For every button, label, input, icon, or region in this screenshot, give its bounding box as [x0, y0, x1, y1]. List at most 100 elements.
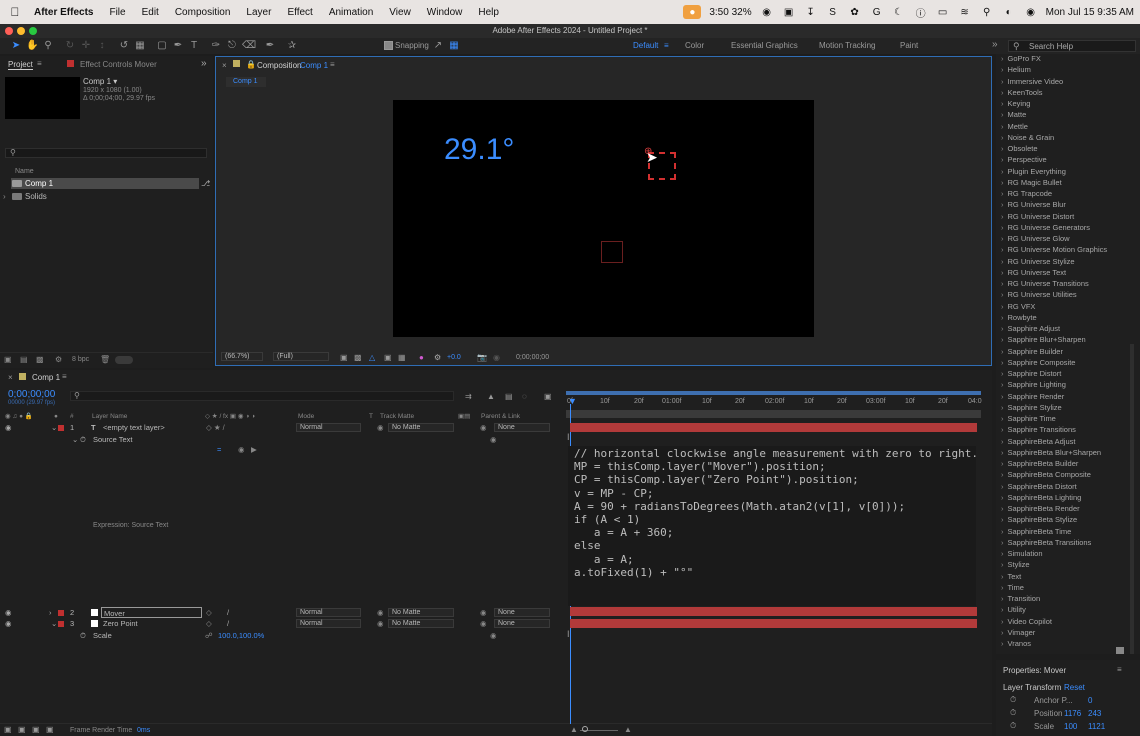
effect-category[interactable]: Sapphire Transitions [1001, 425, 1076, 434]
effect-category[interactable]: Sapphire Adjust [1001, 324, 1061, 333]
parent-pickwhip-icon[interactable]: ◉ [480, 607, 487, 618]
search-help-field[interactable]: ⚲ Search Help [1008, 40, 1136, 52]
moon-icon[interactable]: ☾ [892, 6, 906, 18]
new-folder-icon[interactable]: ▤ [20, 355, 28, 364]
effect-category[interactable]: Vranos [1001, 639, 1032, 648]
effect-category[interactable]: Transition [1001, 594, 1041, 603]
region-of-interest-icon[interactable]: ▣ [384, 353, 392, 362]
effect-category[interactable]: Sapphire Render [1001, 392, 1065, 401]
shy-layers-icon[interactable]: ▲ [487, 392, 495, 401]
effect-category[interactable]: SapphireBeta Time [1001, 527, 1072, 536]
toggle-render-time-icon[interactable]: ▣ [46, 725, 54, 734]
menu-file[interactable]: File [101, 7, 133, 18]
effect-category[interactable]: Immersive Video [1001, 77, 1064, 86]
breadcrumb[interactable]: Comp 1 [226, 77, 266, 87]
script-icon[interactable]: S [826, 6, 840, 18]
effect-category[interactable]: RG Universe Stylize [1001, 257, 1075, 266]
new-bin-icon[interactable] [1116, 647, 1124, 654]
workspace-essential-graphics[interactable]: Essential Graphics [731, 41, 798, 50]
menu-window[interactable]: Window [419, 7, 471, 18]
timeline-tab-menu-icon[interactable]: ≡ [62, 372, 67, 381]
effect-category[interactable]: Mettle [1001, 122, 1028, 131]
scale-stopwatch-icon[interactable]: ⏱ [1010, 721, 1016, 731]
resolution-dropdown[interactable]: (Full) [273, 352, 329, 361]
effect-category[interactable]: Obsolete [1001, 144, 1038, 153]
blend-mode-dropdown[interactable]: Normal [296, 423, 361, 432]
lock-icon[interactable]: 🔒 [246, 60, 256, 69]
puppet-pin-tool-icon[interactable]: ✰ [286, 40, 298, 52]
anchor-value[interactable]: 0 [1088, 696, 1092, 705]
effect-category[interactable]: Sapphire Composite [1001, 358, 1076, 367]
camera-icon[interactable]: ▣ [782, 6, 796, 18]
effect-category[interactable]: Noise & Grain [1001, 133, 1055, 142]
show-snapshot-icon[interactable]: ◉ [493, 353, 500, 362]
app-menu[interactable]: After Effects [30, 7, 101, 18]
effect-category[interactable]: SapphireBeta Stylize [1001, 515, 1078, 524]
matte-link-icon[interactable]: ◉ [377, 607, 384, 618]
chatgpt-icon[interactable]: ✿ [848, 6, 862, 18]
pen-tool-icon[interactable]: ✒ [172, 40, 184, 52]
anchor-stopwatch-icon[interactable]: ⏱ [1010, 695, 1016, 705]
effect-category[interactable]: Helium [1001, 65, 1031, 74]
menu-edit[interactable]: Edit [134, 7, 167, 18]
frame-blending-icon[interactable]: ▤ [505, 392, 513, 401]
workspace-menu-icon[interactable]: ≡ [664, 41, 669, 50]
layer-switches[interactable]: ◇ [206, 618, 212, 629]
zoom-window-icon[interactable] [29, 27, 37, 35]
layer-name[interactable]: Zero Point [103, 618, 138, 629]
effect-category[interactable]: Time [1001, 583, 1024, 592]
layer-name-field[interactable]: Mover [101, 607, 202, 618]
menu-animation[interactable]: Animation [321, 7, 381, 18]
color-channels-icon[interactable]: ● [419, 353, 424, 362]
visibility-eye-icon[interactable]: ◉ [5, 618, 12, 629]
expression-line[interactable]: a = A + 360; [574, 526, 970, 539]
draft-3d-icon[interactable]: ⇉ [465, 392, 472, 401]
track-matte-dropdown[interactable]: No Matte [388, 619, 454, 628]
effect-category[interactable]: Text [1001, 572, 1022, 581]
parent-dropdown[interactable]: None [494, 608, 550, 617]
effect-category[interactable]: RG Trapcode [1001, 189, 1053, 198]
effect-category[interactable]: RG Universe Distort [1001, 212, 1075, 221]
effect-category[interactable]: Matte [1001, 110, 1027, 119]
parent-pickwhip-icon[interactable]: ◉ [480, 422, 487, 433]
effect-category[interactable]: Sapphire Lighting [1001, 380, 1066, 389]
project-item-comp1[interactable]: Comp 1 ⎇ [0, 178, 213, 189]
scale-y-value[interactable]: 1121 [1088, 722, 1105, 731]
position-x-value[interactable]: 1176 [1064, 709, 1081, 718]
track-matte-header[interactable]: Track Matte [380, 411, 414, 422]
layer-2-duration-bar[interactable] [570, 607, 977, 616]
layer-row-3[interactable]: ◉ ⌄ 3 Zero Point ◇ / Normal ◉ No Matte ◉… [0, 618, 565, 629]
close-tab-icon[interactable]: × [222, 61, 227, 70]
effect-category[interactable]: RG Magic Bullet [1001, 178, 1062, 187]
layer-label-color[interactable] [58, 425, 64, 431]
layer-switches[interactable]: ◇ ★ / [206, 422, 225, 433]
pan-tool-icon[interactable]: ✛ [80, 40, 92, 52]
safe-margins-icon[interactable]: ▣ [340, 353, 348, 362]
expression-line[interactable]: a = A; [574, 553, 970, 566]
workspace-color[interactable]: Color [685, 41, 704, 50]
reset-transform-button[interactable]: Reset [1064, 683, 1085, 692]
expand-arrow-icon[interactable]: › [3, 191, 6, 202]
menu-effect[interactable]: Effect [279, 7, 320, 18]
workspace-motion-tracking[interactable]: Motion Tracking [819, 41, 875, 50]
composition-viewer[interactable]: 29.1° ⊕ ➤ [393, 100, 814, 337]
minimize-window-icon[interactable] [17, 27, 25, 35]
work-area-bar[interactable] [566, 391, 981, 395]
navigator-bar[interactable] [566, 410, 981, 418]
effect-category[interactable]: RG Universe Glow [1001, 234, 1070, 243]
effect-category[interactable]: RG Universe Transitions [1001, 279, 1089, 288]
clone-stamp-tool-icon[interactable]: ⎋ [226, 40, 238, 52]
layer-label-color[interactable] [58, 610, 64, 616]
effect-category[interactable]: Utility [1001, 605, 1026, 614]
visibility-eye-icon[interactable]: ◉ [5, 607, 12, 618]
expression-line[interactable]: A = 90 + radiansToDegrees(Math.atan2(v[1… [574, 500, 970, 513]
tab-timeline-comp[interactable]: Comp 1 [32, 373, 60, 382]
toggle-in-out-icon[interactable]: ▣ [32, 725, 40, 734]
close-timeline-tab-icon[interactable]: × [8, 373, 13, 382]
toggle-switches-icon[interactable]: ▣ [4, 725, 12, 734]
layer-3-duration-bar[interactable] [570, 619, 977, 628]
menu-help[interactable]: Help [470, 7, 507, 18]
download-icon[interactable]: ↧ [804, 6, 818, 18]
timeline-search-input[interactable]: ⚲ [70, 391, 454, 401]
time-zoom-slider-handle[interactable] [582, 726, 588, 732]
